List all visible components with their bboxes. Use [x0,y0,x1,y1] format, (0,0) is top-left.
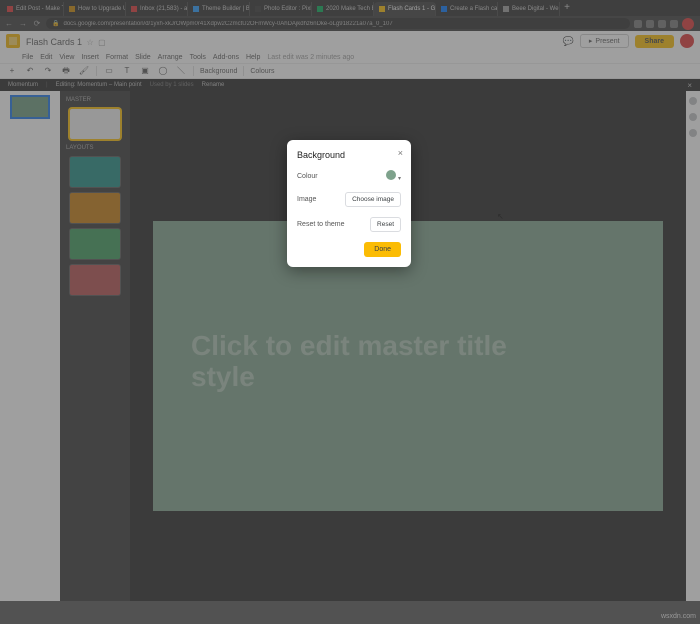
dialog-close-icon[interactable]: × [398,148,403,158]
theme-name: Momentum [8,82,38,88]
side-rail [686,91,700,601]
select-tool[interactable]: ▭ [103,65,115,77]
account-avatar[interactable] [680,34,694,48]
image-label: Image [297,196,316,203]
extension-icon[interactable] [670,20,678,28]
master-section-label: MASTER [60,97,91,103]
layout-thumb[interactable] [70,193,120,223]
menu-item[interactable]: Tools [190,54,206,61]
menu-item[interactable]: Help [246,54,260,61]
menu-item[interactable]: Slide [135,54,151,61]
browser-tab[interactable]: Beee Digital - Web× [498,2,560,16]
browser-toolbar: ← → ⟳ 🔒 docs.google.com/presentation/d/1… [0,16,700,31]
reload-button[interactable]: ⟳ [32,19,42,29]
browser-tab[interactable]: Create a Flash card× [436,2,498,16]
line-tool[interactable]: ＼ [175,65,187,77]
move-icon[interactable]: ▢ [98,38,106,47]
menu-item[interactable]: File [22,54,33,61]
forward-button[interactable]: → [18,19,28,29]
chevron-down-icon: ▾ [398,176,401,182]
keep-icon[interactable] [689,129,697,137]
calendar-icon[interactable] [689,113,697,121]
extension-icon[interactable] [658,20,666,28]
back-button[interactable]: ← [4,19,14,29]
lock-icon: 🔒 [52,20,59,27]
reset-label: Reset to theme [297,221,344,228]
separator [96,66,97,76]
filmstrip-slide[interactable] [10,95,50,119]
cursor-icon: ↖ [497,212,504,221]
separator [193,66,194,76]
dialog-title: Background [297,150,401,160]
layouts-section-label: LAYOUTS [60,145,94,151]
colour-label: Colour [297,173,318,180]
choose-image-button[interactable]: Choose image [345,192,401,207]
new-slide-button[interactable]: + [6,65,18,77]
theme-layout-panel: MASTER LAYOUTS [60,91,130,601]
browser-tab[interactable]: Photo Editor : Pixl× [250,2,312,16]
new-tab-button[interactable]: + [560,2,574,16]
slides-app: Flash Cards 1 ☆ ▢ 💬 ▸Present Share File … [0,31,700,601]
separator [243,66,244,76]
browser-tab-strip: Edit Post - Make Te× How to Upgrade U× I… [0,0,700,16]
menu-item[interactable]: Edit [40,54,52,61]
browser-tab[interactable]: Edit Post - Make Te× [2,2,64,16]
layout-thumb[interactable] [70,265,120,295]
address-bar[interactable]: 🔒 docs.google.com/presentation/d/1yxh-xk… [46,18,630,29]
toolbar: + ↶ ↷ 🖶 🖌 ▭ T ▣ ◯ ＼ Background Colours [0,63,700,79]
print-button[interactable]: 🖶 [60,65,72,77]
share-button[interactable]: Share [635,35,674,48]
last-edit-text[interactable]: Last edit was 2 minutes ago [267,54,354,61]
layout-thumb[interactable] [70,157,120,187]
reset-button[interactable]: Reset [370,217,401,232]
comments-icon[interactable]: 💬 [563,36,574,47]
image-tool[interactable]: ▣ [139,65,151,77]
star-icon[interactable]: ☆ [86,38,93,47]
menu-item[interactable]: Insert [81,54,99,61]
browser-tab-active[interactable]: Flash Cards 1 - Goo× [374,2,436,16]
slide-filmstrip [0,91,60,601]
title-placeholder[interactable]: Click to edit master title style [191,331,543,393]
paint-format-button[interactable]: 🖌 [78,65,90,77]
slides-logo-icon[interactable] [6,34,20,48]
background-dialog: Background × Colour ▾ Image Choose image… [287,140,411,267]
browser-tab[interactable]: How to Upgrade U× [64,2,126,16]
layout-thumb[interactable] [70,229,120,259]
menu-item[interactable]: Add-ons [213,54,239,61]
undo-button[interactable]: ↶ [24,65,36,77]
menu-item[interactable]: Arrange [158,54,183,61]
browser-tab[interactable]: Theme Builder | Be× [188,2,250,16]
redo-button[interactable]: ↷ [42,65,54,77]
extension-icon[interactable] [646,20,654,28]
close-master-icon[interactable]: × [687,81,692,90]
editing-label: Editing: Momentum – Main point [56,82,142,88]
menu-item[interactable]: View [59,54,74,61]
url-text: docs.google.com/presentation/d/1yxh-xkJr… [63,21,392,27]
profile-avatar[interactable] [682,18,694,30]
used-by-label: Used by 1 slides [150,82,194,88]
browser-tab[interactable]: Inbox (21,583) - am× [126,2,188,16]
master-thumb[interactable] [70,109,120,139]
watermark-text: wsxdn.com [661,613,696,620]
colour-picker[interactable]: ▾ [386,170,401,182]
done-button[interactable]: Done [364,242,401,257]
document-title[interactable]: Flash Cards 1 [26,37,82,47]
shape-tool[interactable]: ◯ [157,65,169,77]
browser-tab[interactable]: 2020 Make Tech Ea× [312,2,374,16]
background-button[interactable]: Background [200,68,237,75]
play-icon: ▸ [589,37,593,45]
menu-item[interactable]: Format [106,54,128,61]
master-edit-bar: Momentum | Editing: Momentum – Main poin… [0,79,700,91]
rename-button[interactable]: Rename [202,82,225,88]
present-button[interactable]: ▸Present [580,34,629,48]
app-header: Flash Cards 1 ☆ ▢ 💬 ▸Present Share [0,31,700,51]
colour-swatch-icon [386,170,396,180]
extension-icon[interactable] [634,20,642,28]
menu-bar: File Edit View Insert Format Slide Arran… [0,51,700,63]
explore-icon[interactable] [689,97,697,105]
colours-button[interactable]: Colours [250,68,274,75]
text-box-tool[interactable]: T [121,65,133,77]
